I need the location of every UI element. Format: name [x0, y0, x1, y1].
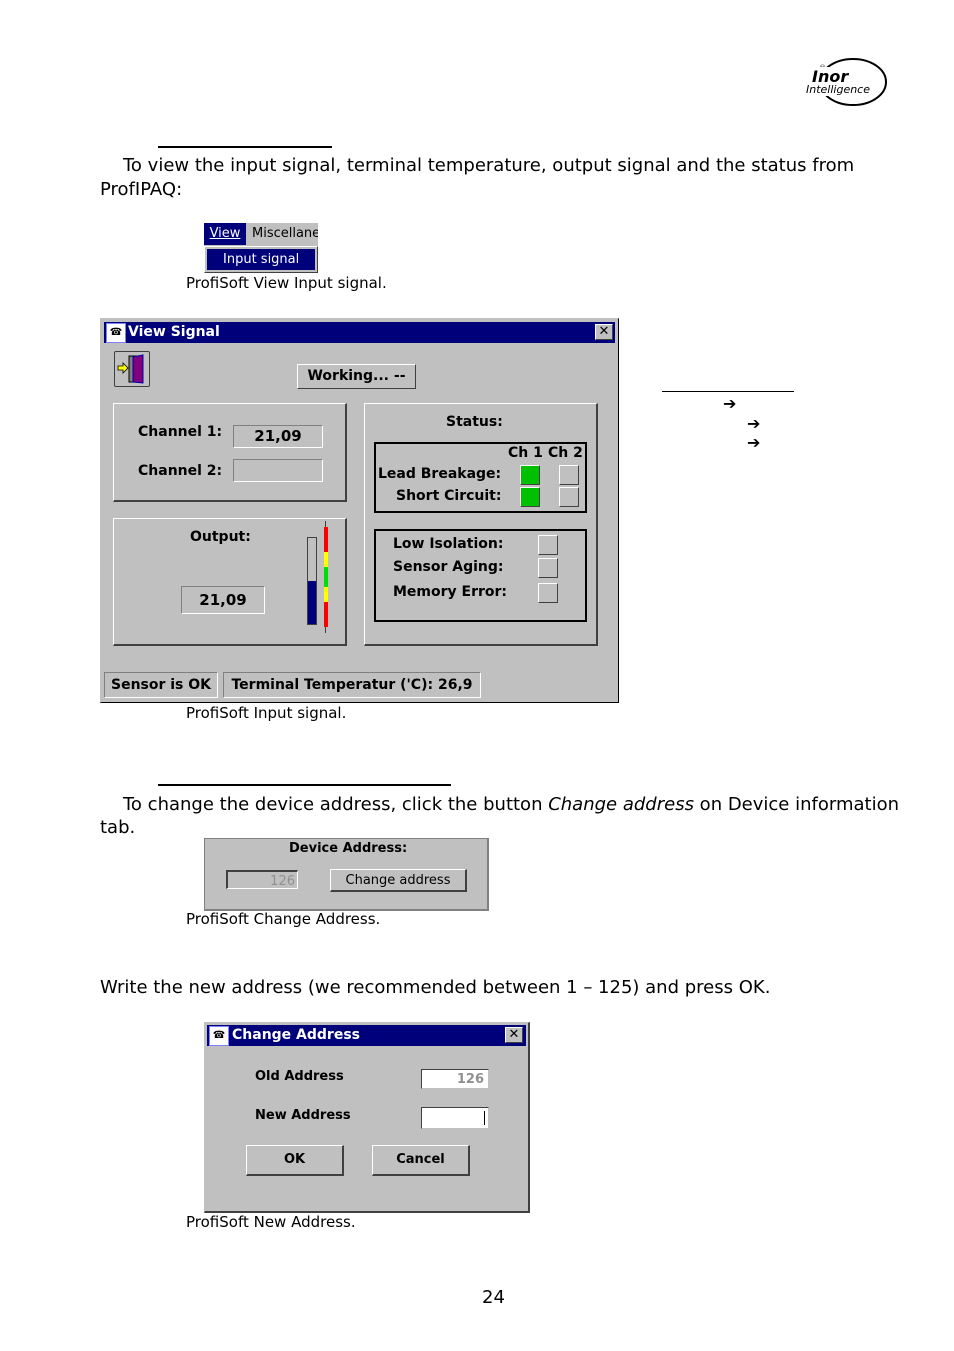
- channel2-label: Channel 2:: [138, 463, 223, 479]
- change-address-caption: ProfiSoft Change Address.: [186, 910, 381, 928]
- exit-button[interactable]: [114, 351, 150, 387]
- channel-group: Channel 1: 21,09 Channel 2:: [113, 403, 347, 502]
- paragraph-text: on Device information: [693, 794, 899, 815]
- terminal-temperature-panel: Terminal Temperatur ('C): 26,9: [223, 672, 481, 698]
- ok-button[interactable]: OK: [246, 1145, 344, 1176]
- low-isolation-indicator: [538, 535, 558, 555]
- new-address-paragraph: Write the new address (we recommended be…: [100, 977, 771, 998]
- text-cursor: [484, 1111, 485, 1125]
- menu-miscellaneous[interactable]: Miscellaneo: [252, 223, 318, 245]
- low-isolation-label: Low Isolation:: [393, 536, 504, 552]
- close-button[interactable]: ✕: [505, 1027, 523, 1043]
- output-bar: [307, 537, 317, 625]
- short-circuit-ch1-indicator: [520, 487, 540, 507]
- diagnostics-box: Low Isolation: Sensor Aging: Memory Erro…: [374, 529, 587, 622]
- view-signal-window: ☎ View Signal ✕ Working... -- Channel 1:…: [100, 318, 619, 703]
- old-address-label: Old Address: [255, 1069, 344, 1084]
- menu-caption: ProfiSoft View Input signal.: [186, 274, 387, 292]
- sensor-status-panel: Sensor is OK: [104, 672, 218, 698]
- short-circuit-label: Short Circuit:: [396, 488, 502, 504]
- window-title: View Signal: [128, 324, 220, 340]
- status-label: Status:: [446, 414, 503, 430]
- short-circuit-ch2-indicator: [559, 487, 579, 507]
- new-address-label: New Address: [255, 1108, 351, 1123]
- old-address-field: 126: [421, 1069, 489, 1089]
- status-group: Status: Ch 1 Ch 2 Lead Breakage: Short C…: [364, 403, 598, 646]
- change-address-emphasis: Change address: [548, 794, 694, 815]
- channel2-value: [233, 459, 323, 482]
- dialog-title: Change Address: [232, 1027, 360, 1043]
- device-address-panel: Device Address: 126 Change address: [204, 838, 489, 911]
- inor-logo: ® Inor Intelligence: [805, 56, 889, 108]
- app-icon: ☎: [209, 1026, 229, 1046]
- output-value: 21,09: [181, 586, 265, 614]
- menu-item-input-signal[interactable]: Input signal: [207, 249, 315, 270]
- lead-breakage-ch1-indicator: [520, 465, 540, 485]
- scale-segment: [324, 527, 328, 552]
- output-label: Output:: [190, 529, 251, 545]
- memory-error-indicator: [538, 583, 558, 603]
- menu-screenshot: View Miscellaneo Input signal: [204, 223, 318, 273]
- change-address-paragraph: To change the device address, click the …: [123, 793, 899, 816]
- lead-breakage-label: Lead Breakage:: [378, 466, 502, 482]
- device-address-label: Device Address:: [289, 841, 408, 856]
- menu-view[interactable]: View: [204, 223, 246, 245]
- change-address-titlebar[interactable]: ☎ Change Address ✕: [207, 1025, 526, 1046]
- menu-dropdown: Input signal: [204, 246, 318, 273]
- device-address-field: 126: [226, 870, 298, 889]
- working-indicator: Working... --: [297, 364, 416, 389]
- change-address-dialog: ☎ Change Address ✕ Old Address 126 New A…: [204, 1022, 530, 1213]
- ch2-header: Ch 2: [548, 445, 583, 461]
- lead-breakage-ch2-indicator: [559, 465, 579, 485]
- menu-view-label: View: [209, 226, 241, 241]
- view-signal-titlebar[interactable]: ☎ View Signal ✕: [104, 322, 615, 343]
- ch1-header: Ch 1: [508, 445, 543, 461]
- channel1-value: 21,09: [233, 425, 323, 448]
- sensor-aging-indicator: [538, 558, 558, 578]
- arrow-icon: ➔: [747, 414, 761, 433]
- new-address-input[interactable]: [421, 1107, 489, 1129]
- intro-paragraph-line1: To view the input signal, terminal tempe…: [123, 155, 855, 176]
- paragraph-text: To change the device address, click the …: [123, 794, 549, 815]
- output-bar-fill: [308, 581, 316, 624]
- change-address-button[interactable]: Change address: [330, 869, 467, 892]
- memory-error-label: Memory Error:: [393, 584, 508, 600]
- intro-paragraph-line2: ProfIPAQ:: [100, 179, 183, 200]
- logo-tagline: Intelligence: [806, 83, 871, 96]
- view-signal-caption: ProfiSoft Input signal.: [186, 704, 347, 722]
- side-rule: [662, 391, 794, 392]
- scale-segment: [324, 587, 328, 602]
- sensor-aging-label: Sensor Aging:: [393, 559, 504, 575]
- output-group: Output: 21,09: [113, 518, 347, 646]
- scale-segment: [324, 602, 328, 627]
- new-address-caption: ProfiSoft New Address.: [186, 1213, 356, 1231]
- app-icon: ☎: [106, 323, 126, 343]
- scale-segment: [324, 567, 328, 587]
- heading-underline-2: [158, 784, 451, 786]
- close-button[interactable]: ✕: [595, 324, 613, 340]
- scale-segment: [324, 552, 328, 567]
- cancel-button[interactable]: Cancel: [372, 1145, 470, 1176]
- channel1-label: Channel 1:: [138, 424, 223, 440]
- heading-underline: [158, 146, 332, 148]
- change-address-paragraph-line2: tab.: [100, 817, 136, 838]
- page-number: 24: [482, 1287, 505, 1308]
- exit-door-icon: [117, 354, 144, 384]
- arrow-icon: ➔: [747, 433, 761, 452]
- channel-status-box: Ch 1 Ch 2 Lead Breakage: Short Circuit:: [374, 442, 587, 513]
- output-scale: [324, 521, 328, 633]
- arrow-icon: ➔: [723, 394, 737, 413]
